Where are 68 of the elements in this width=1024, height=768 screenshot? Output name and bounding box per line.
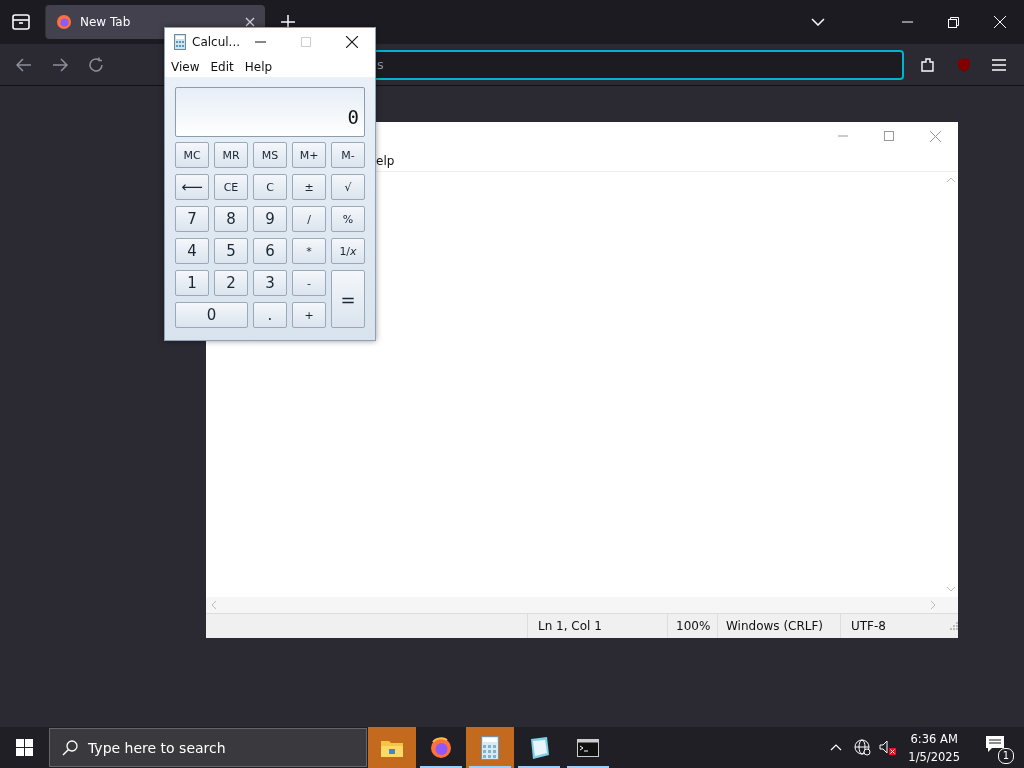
calculator-key[interactable]: 3 [253, 270, 287, 296]
menu-item[interactable]: elp [376, 153, 395, 168]
calculator-key[interactable]: M- [331, 142, 365, 168]
search-field[interactable]: Type here to search [49, 728, 367, 767]
status-text: 100% [668, 614, 718, 638]
calculator-key[interactable]: MR [214, 142, 248, 168]
folder-icon [381, 738, 403, 757]
muted-speaker-icon[interactable] [879, 740, 897, 755]
calculator-key[interactable]: % [331, 206, 365, 232]
globe-icon[interactable] [854, 739, 872, 756]
windows-start-icon[interactable] [16, 739, 33, 756]
calculator-key[interactable]: 1/x [331, 238, 365, 264]
calculator-key[interactable]: + [292, 302, 326, 328]
calculator-key[interactable]: . [253, 302, 287, 328]
search-icon [62, 739, 78, 756]
calculator-key[interactable]: M+ [292, 142, 326, 168]
calculator-key[interactable]: 2 [214, 270, 248, 296]
calculator-key[interactable]: 1 [175, 270, 209, 296]
calculator-display: 0 [175, 87, 365, 137]
calculator-key[interactable]: ± [292, 174, 326, 200]
menu-item[interactable]: Help [244, 59, 273, 74]
notification-icon[interactable] [986, 735, 1004, 753]
calculator-key[interactable]: 9 [253, 206, 287, 232]
menu-icon[interactable] [992, 58, 1006, 71]
calculator-key[interactable]: 0 [175, 302, 248, 328]
calculator-key[interactable]: 4 [175, 238, 209, 264]
calculator-key[interactable]: = [331, 270, 365, 328]
calculator-key[interactable]: 7 [175, 206, 209, 232]
restore-icon[interactable] [948, 16, 959, 28]
calculator-key[interactable]: C [253, 174, 287, 200]
status-text: Ln 1, Col 1 [528, 614, 668, 638]
calculator-key[interactable]: * [292, 238, 326, 264]
calculator-key[interactable]: MC [175, 142, 209, 168]
maximize-icon[interactable] [884, 131, 894, 141]
back-icon[interactable] [16, 57, 32, 72]
firefox-logo-icon [430, 736, 452, 759]
clock-date[interactable]: 1/5/2025 [908, 747, 960, 766]
calculator-key[interactable]: 6 [253, 238, 287, 264]
extensions-icon[interactable] [920, 56, 937, 73]
calculator-key[interactable]: - [292, 270, 326, 296]
address-bar[interactable]: s [375, 49, 905, 80]
calculator-key[interactable]: √ [331, 174, 365, 200]
notification-count-badge: 1 [998, 747, 1014, 764]
terminal-icon [577, 738, 599, 757]
new-tab-icon[interactable] [281, 15, 295, 29]
minimize-icon[interactable] [255, 41, 267, 43]
calculator-key[interactable]: ⟵ [175, 174, 209, 200]
calculator-key[interactable]: MS [253, 142, 287, 168]
calculator-key[interactable]: / [292, 206, 326, 232]
calculator-key[interactable]: CE [214, 174, 248, 200]
calculator-key[interactable]: 5 [214, 238, 248, 264]
calculator-key[interactable]: 8 [214, 206, 248, 232]
menu-item[interactable]: Edit [210, 59, 234, 74]
tab-list-icon[interactable] [12, 14, 30, 30]
forward-icon[interactable] [51, 57, 68, 72]
resize-grip-icon[interactable] [950, 622, 958, 630]
chevron-up-icon[interactable] [830, 744, 843, 751]
status-text: Windows (CRLF) [718, 614, 841, 638]
status-text: UTF-8 [850, 618, 887, 635]
clock-time[interactable]: 6:36 AM [910, 729, 958, 748]
calculator-icon [481, 735, 499, 760]
maximize-icon [301, 37, 312, 47]
chevron-down-icon[interactable] [811, 18, 825, 26]
menu-item[interactable]: View [171, 59, 200, 74]
firefox-logo-icon [56, 14, 72, 30]
close-icon[interactable] [346, 36, 359, 48]
reload-icon[interactable] [87, 56, 104, 73]
calculator-icon [174, 34, 186, 50]
